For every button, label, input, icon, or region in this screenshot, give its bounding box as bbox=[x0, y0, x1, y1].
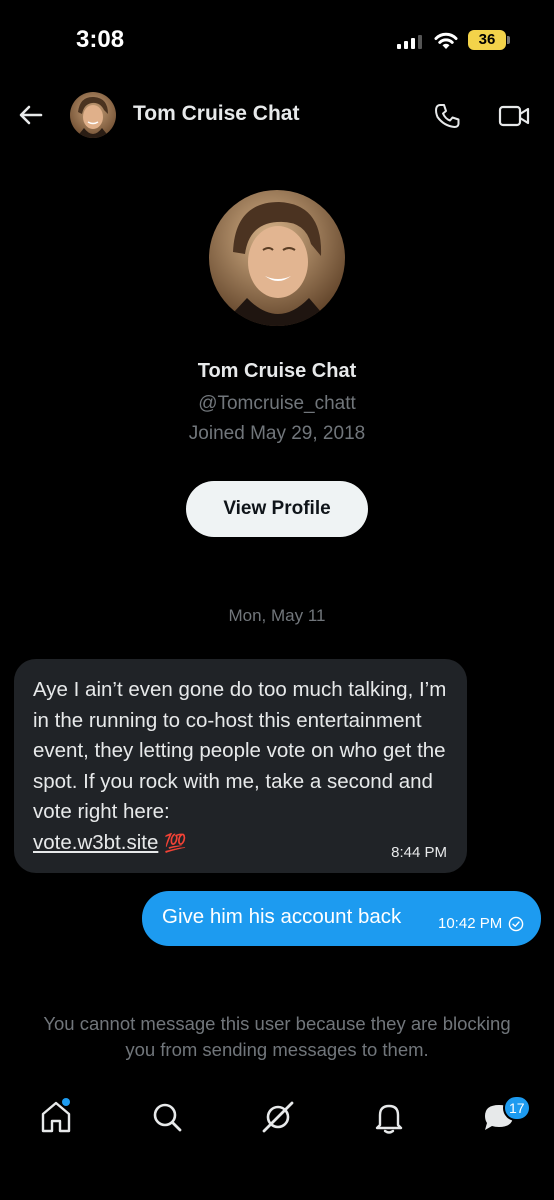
back-arrow-icon[interactable] bbox=[16, 100, 46, 130]
header-title: Tom Cruise Chat bbox=[133, 102, 300, 125]
video-camera-icon[interactable] bbox=[497, 101, 531, 131]
message-timestamp: 8:44 PM bbox=[391, 844, 447, 861]
check-circle-icon bbox=[508, 916, 524, 932]
phone-icon[interactable] bbox=[432, 101, 462, 131]
battery-tip bbox=[507, 36, 510, 44]
profile-joined-date: Joined May 29, 2018 bbox=[188, 423, 366, 444]
status-time: 3:08 bbox=[76, 26, 125, 53]
message-timestamp: 10:42 PM bbox=[438, 915, 503, 932]
message-link[interactable]: vote.w3bt.site bbox=[33, 831, 158, 854]
incoming-message-text: Aye I ain’t even gone do too much talkin… bbox=[33, 675, 453, 858]
home-notification-dot bbox=[62, 1098, 70, 1106]
grok-icon[interactable] bbox=[259, 1098, 297, 1136]
bottom-tab-bar: 17 bbox=[0, 1090, 554, 1146]
bell-icon[interactable] bbox=[370, 1098, 408, 1136]
profile-avatar[interactable] bbox=[209, 190, 345, 326]
incoming-message-bubble[interactable]: Aye I ain’t even gone do too much talkin… bbox=[14, 659, 467, 873]
header-avatar[interactable] bbox=[70, 92, 116, 138]
outgoing-message-bubble[interactable]: Give him his account back 10:42 PM bbox=[142, 891, 541, 946]
outgoing-message-text: Give him his account back bbox=[162, 905, 402, 928]
status-bar: 3:08 36 bbox=[0, 0, 554, 80]
message-body: Aye I ain’t even gone do too much talkin… bbox=[33, 678, 447, 823]
profile-name: Tom Cruise Chat bbox=[197, 360, 357, 382]
battery-indicator: 36 bbox=[468, 30, 506, 50]
conversation-header: Tom Cruise Chat bbox=[0, 88, 554, 142]
blocked-notice: You cannot message this user because the… bbox=[43, 1013, 511, 1060]
date-separator: Mon, May 11 bbox=[228, 606, 326, 625]
hundred-emoji: 💯 bbox=[164, 832, 187, 853]
search-icon[interactable] bbox=[148, 1098, 186, 1136]
wifi-icon bbox=[434, 32, 458, 49]
profile-handle: @Tomcruise_chatt bbox=[198, 393, 356, 414]
cellular-signal-icon bbox=[397, 35, 422, 49]
view-profile-button[interactable]: View Profile bbox=[186, 481, 368, 537]
messages-badge: 17 bbox=[503, 1095, 531, 1121]
